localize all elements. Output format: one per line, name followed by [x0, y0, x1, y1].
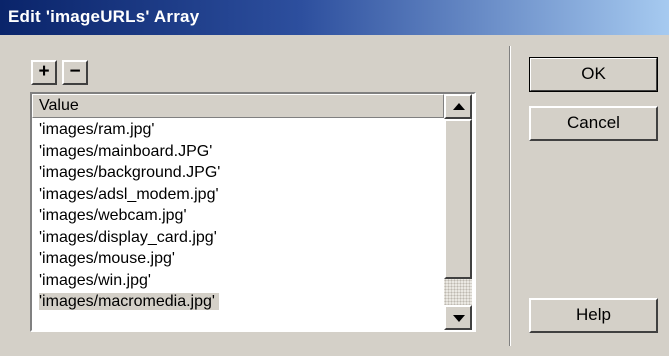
- scrollbar-track[interactable]: [444, 279, 472, 305]
- scroll-down-button[interactable]: [444, 305, 472, 330]
- value-list[interactable]: Value 'images/ram.jpg' 'images/mainboard…: [30, 92, 476, 332]
- list-item[interactable]: 'images/background.JPG': [32, 162, 444, 184]
- list-item[interactable]: 'images/mouse.jpg': [32, 248, 444, 270]
- arrow-down-icon: [453, 315, 465, 322]
- arrow-up-icon: [453, 103, 465, 110]
- window-title: Edit 'imageURLs' Array: [8, 7, 200, 26]
- vertical-divider: [509, 46, 511, 346]
- ok-button[interactable]: OK: [529, 57, 658, 92]
- scrollbar-thumb[interactable]: [444, 119, 472, 279]
- cancel-button[interactable]: Cancel: [529, 106, 658, 141]
- list-rows: 'images/ram.jpg' 'images/mainboard.JPG' …: [32, 119, 444, 313]
- list-item[interactable]: 'images/win.jpg': [32, 270, 444, 292]
- column-header-value[interactable]: Value: [32, 94, 444, 118]
- list-item-selected[interactable]: 'images/macromedia.jpg': [32, 291, 444, 313]
- remove-item-button[interactable]: −: [62, 60, 88, 85]
- help-button[interactable]: Help: [529, 298, 658, 333]
- list-item[interactable]: 'images/webcam.jpg': [32, 205, 444, 227]
- scroll-up-button[interactable]: [444, 94, 472, 119]
- add-item-button[interactable]: +: [31, 60, 57, 85]
- list-item[interactable]: 'images/mainboard.JPG': [32, 141, 444, 163]
- list-item[interactable]: 'images/ram.jpg': [32, 119, 444, 141]
- list-item[interactable]: 'images/adsl_modem.jpg': [32, 184, 444, 206]
- vertical-scrollbar[interactable]: [444, 94, 472, 330]
- title-bar[interactable]: Edit 'imageURLs' Array: [0, 0, 669, 35]
- list-item[interactable]: 'images/display_card.jpg': [32, 227, 444, 249]
